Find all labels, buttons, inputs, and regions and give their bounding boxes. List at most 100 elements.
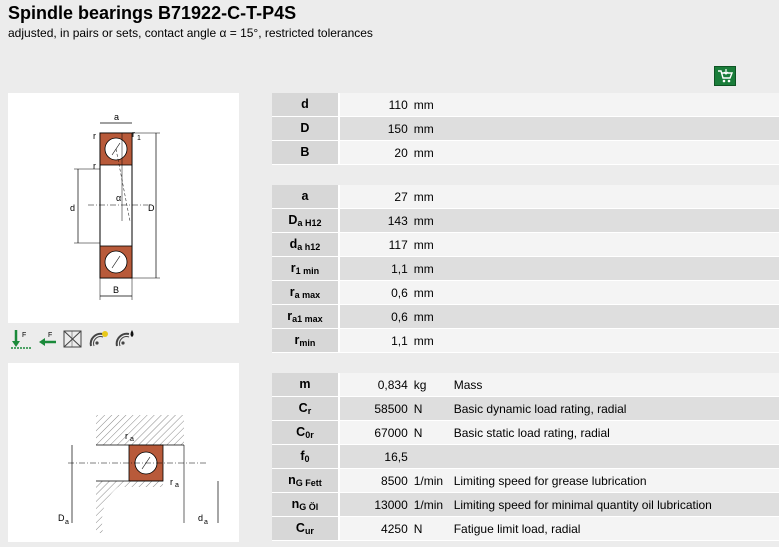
dim-label-Da: D bbox=[58, 513, 65, 523]
unit-cell: mm bbox=[411, 185, 450, 209]
unit-cell: 1/min bbox=[411, 493, 450, 517]
value-cell: 16,5 bbox=[339, 445, 412, 469]
symbol-cell: da h12 bbox=[272, 233, 340, 257]
table-row: da h12 117 mm bbox=[272, 233, 779, 257]
value-cell: 13000 bbox=[339, 493, 412, 517]
unit-cell: mm bbox=[411, 141, 450, 165]
dim-label-D: D bbox=[148, 203, 155, 213]
description-cell bbox=[449, 305, 779, 329]
symbol-cell: D bbox=[272, 117, 340, 141]
value-cell: 20 bbox=[339, 141, 412, 165]
value-cell: 0,6 bbox=[339, 305, 412, 329]
unit-cell bbox=[411, 445, 450, 469]
description-cell: Limiting speed for minimal quantity oil … bbox=[449, 493, 779, 517]
dim-label-ra-lower-sub: a bbox=[175, 482, 179, 489]
value-cell: 1,1 bbox=[339, 257, 412, 281]
mounting-dimensions-table: a 27 mm Da H12 143 mm da h12 117 mm r1 min 1,1 mm ra… bbox=[272, 185, 779, 353]
symbol-cell: d bbox=[272, 93, 340, 117]
dim-label-ra: r bbox=[125, 431, 128, 441]
unit-cell: mm bbox=[411, 281, 450, 305]
unit-cell: N bbox=[411, 421, 450, 445]
unit-cell: N bbox=[411, 397, 450, 421]
symbol-cell: ra1 max bbox=[272, 305, 340, 329]
value-cell: 4250 bbox=[339, 517, 412, 541]
symbol-cell: a bbox=[272, 185, 340, 209]
dim-label-r-lower: r bbox=[93, 161, 96, 171]
description-cell bbox=[449, 185, 779, 209]
table-row: r1 min 1,1 mm bbox=[272, 257, 779, 281]
dim-label-r1-sub: 1 bbox=[137, 135, 141, 142]
axial-load-icon: F bbox=[36, 328, 58, 352]
table-row: Da H12 143 mm bbox=[272, 209, 779, 233]
value-cell: 1,1 bbox=[339, 329, 412, 353]
table-row: Cr 58500 N Basic dynamic load rating, radia… bbox=[272, 397, 779, 421]
not-suitable-icon bbox=[62, 328, 84, 352]
table-row: nG Fett 8500 1/min Limiting speed for greas… bbox=[272, 469, 779, 493]
table-row: ra max 0,6 mm bbox=[272, 281, 779, 305]
symbol-cell: nG Öl bbox=[272, 493, 340, 517]
properties-table: m 0,834 kg Mass Cr 58500 N Basic dynamic load r… bbox=[272, 373, 779, 541]
unit-cell: N bbox=[411, 517, 450, 541]
description-cell bbox=[449, 233, 779, 257]
description-cell bbox=[449, 117, 779, 141]
table-row: m 0,834 kg Mass bbox=[272, 373, 779, 397]
description-cell: Basic static load rating, radial bbox=[449, 421, 779, 445]
description-cell bbox=[449, 209, 779, 233]
value-cell: 150 bbox=[339, 117, 412, 141]
dim-label-da-sub: a bbox=[204, 519, 208, 526]
value-cell: 27 bbox=[339, 185, 412, 209]
dim-label-da: d bbox=[198, 513, 203, 523]
symbol-cell: Da H12 bbox=[272, 209, 340, 233]
description-cell: Fatigue limit load, radial bbox=[449, 517, 779, 541]
value-cell: 67000 bbox=[339, 421, 412, 445]
shopping-cart-icon[interactable] bbox=[714, 66, 736, 86]
table-row: ra1 max 0,6 mm bbox=[272, 305, 779, 329]
value-cell: 143 bbox=[339, 209, 412, 233]
symbol-cell: Cur bbox=[272, 517, 340, 541]
dim-label-Da-sub: a bbox=[65, 519, 69, 526]
contact-angle-label: α bbox=[116, 193, 121, 203]
feature-icons-row: F F bbox=[10, 328, 136, 352]
table-row: a 27 mm bbox=[272, 185, 779, 209]
table-row: Cur 4250 N Fatigue limit load, radial bbox=[272, 517, 779, 541]
table-row: f0 16,5 bbox=[272, 445, 779, 469]
symbol-cell: B bbox=[272, 141, 340, 165]
unit-cell: kg bbox=[411, 373, 450, 397]
symbol-cell: m bbox=[272, 373, 340, 397]
description-cell bbox=[449, 281, 779, 305]
dimensions-table: d 110 mm D 150 mm B 20 mm bbox=[272, 93, 779, 165]
page-subtitle: adjusted, in pairs or sets, contact angl… bbox=[8, 26, 373, 40]
symbol-cell: rmin bbox=[272, 329, 340, 353]
dim-label-d: d bbox=[70, 203, 75, 213]
symbol-cell: C0r bbox=[272, 421, 340, 445]
symbol-cell: nG Fett bbox=[272, 469, 340, 493]
dim-label-ra-lower: r bbox=[170, 477, 173, 487]
unit-cell: mm bbox=[411, 305, 450, 329]
value-cell: 0,834 bbox=[339, 373, 412, 397]
oil-lubrication-icon bbox=[114, 328, 136, 352]
dim-label-ra-sub: a bbox=[130, 436, 134, 443]
unit-cell: mm bbox=[411, 233, 450, 257]
symbol-cell: f0 bbox=[272, 445, 340, 469]
unit-cell: mm bbox=[411, 257, 450, 281]
svg-text:F: F bbox=[22, 332, 26, 339]
description-cell bbox=[449, 93, 779, 117]
table-row: B 20 mm bbox=[272, 141, 779, 165]
symbol-cell: Cr bbox=[272, 397, 340, 421]
unit-cell: mm bbox=[411, 329, 450, 353]
unit-cell: mm bbox=[411, 93, 450, 117]
dim-label-a: a bbox=[114, 112, 119, 122]
symbol-cell: r1 min bbox=[272, 257, 340, 281]
grease-lubrication-icon bbox=[88, 328, 110, 352]
value-cell: 58500 bbox=[339, 397, 412, 421]
value-cell: 8500 bbox=[339, 469, 412, 493]
dim-label-r: r bbox=[93, 131, 96, 141]
bearing-dimension-diagram: a α r r r 1 d D B bbox=[8, 93, 239, 323]
description-cell bbox=[449, 257, 779, 281]
table-row: C0r 67000 N Basic static load rating, radia… bbox=[272, 421, 779, 445]
description-cell bbox=[449, 329, 779, 353]
unit-cell: mm bbox=[411, 117, 450, 141]
unit-cell: mm bbox=[411, 209, 450, 233]
symbol-cell: ra max bbox=[272, 281, 340, 305]
value-cell: 110 bbox=[339, 93, 412, 117]
